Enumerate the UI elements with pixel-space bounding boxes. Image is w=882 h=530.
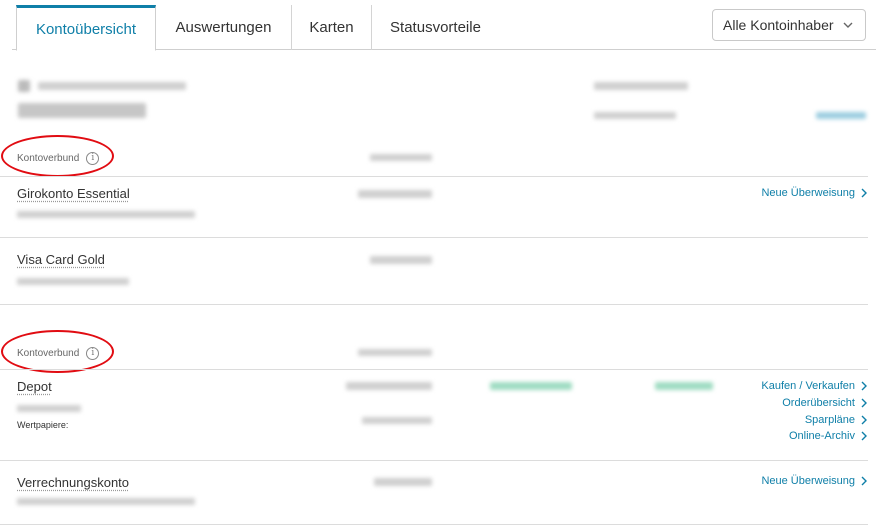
account-name[interactable]: Visa Card Gold [17,252,105,267]
tab-karten[interactable]: Karten [291,5,371,50]
account-name[interactable]: Depot [17,379,52,394]
blurred-gain [490,382,572,390]
blurred-card-number [17,278,129,285]
blurred-amount [370,154,432,161]
chevron-right-icon [861,431,867,441]
account-name[interactable]: Girokonto Essential [17,186,130,201]
tab-label: Kontoübersicht [35,20,137,38]
highlight-ellipse [1,330,114,373]
blurred-depot-number [17,405,81,412]
tab-label: Karten [309,19,354,36]
tab-auswertungen[interactable]: Auswertungen [157,5,290,50]
blurred-gain-percent [655,382,713,390]
blurred-iban [17,211,195,218]
blurred-amount [358,190,432,198]
account-holder-select[interactable]: Alle Kontoinhaber [712,9,866,41]
blurred-iban [17,498,195,505]
divider [0,176,868,177]
chevron-right-icon [861,188,867,198]
action-link[interactable]: Neue Überweisung [761,187,868,199]
tab-label: Statusvorteile [390,19,481,36]
action-link[interactable]: Neue Überweisung [761,475,868,487]
action-link[interactable]: Online-Archiv [789,430,868,442]
highlight-ellipse [1,135,114,177]
blurred-amount [358,349,432,356]
action-label: Online-Archiv [788,430,855,442]
chevron-right-icon [861,476,867,486]
blurred-amount [362,417,432,424]
action-link[interactable]: Orderübersicht [782,397,868,409]
select-value: Alle Kontoinhaber [723,17,834,33]
account-name[interactable]: Verrechnungskonto [17,475,129,490]
chevron-down-icon [843,22,853,28]
chevron-right-icon [861,381,867,391]
action-link[interactable]: Sparpläne [805,414,868,426]
action-label: Neue Überweisung [761,475,855,487]
action-label: Orderübersicht [782,397,855,409]
tab-bar: Kontoübersicht Auswertungen Karten Statu… [0,0,882,51]
tab-label: Auswertungen [175,19,272,36]
action-label: Sparpläne [804,414,855,426]
tab-kontouebersicht[interactable]: Kontoübersicht [16,5,156,51]
blurred-amount [370,256,432,264]
sub-label: Wertpapiere: [17,420,69,430]
tab-statusvorteile[interactable]: Statusvorteile [371,5,499,50]
blurred-amount [346,382,432,390]
divider [0,304,868,305]
chevron-right-icon [861,415,867,425]
action-link[interactable]: Kaufen / Verkaufen [761,380,868,392]
action-label: Kaufen / Verkaufen [761,380,855,392]
chevron-right-icon [861,398,867,408]
divider [0,237,868,238]
divider [0,369,868,370]
action-label: Neue Überweisung [761,187,855,199]
blurred-amount [374,478,432,486]
divider [0,524,868,525]
divider [0,460,868,461]
